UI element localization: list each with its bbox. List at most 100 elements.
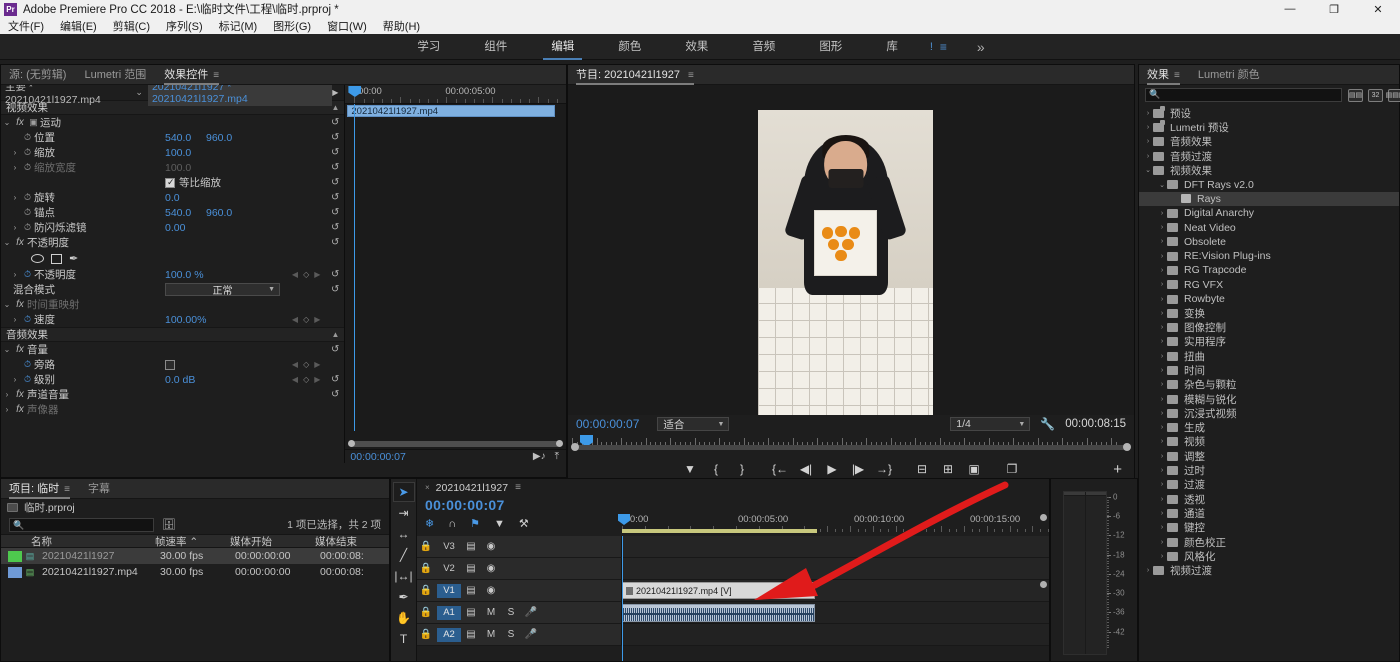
menu-item-2[interactable]: 剪辑(C) [105, 18, 158, 34]
next-keyframe-icon[interactable]: ▶ [314, 270, 320, 279]
twisty-icon[interactable]: › [1157, 410, 1167, 417]
workspace-burger-icon[interactable]: ≡ [940, 40, 947, 54]
prev-keyframe-icon[interactable]: ◀ [292, 270, 298, 279]
sync-lock-icon[interactable]: ▤ [461, 607, 481, 618]
collapse-caret-icon[interactable]: ▲ [331, 330, 339, 339]
timeline-scroll-handle-bottom[interactable] [1040, 581, 1047, 588]
add-marker-icon[interactable]: ▼ [494, 518, 505, 530]
scroll-handle-left[interactable] [348, 440, 356, 447]
rect-mask-icon[interactable] [51, 253, 62, 264]
effects-tree-item[interactable]: › 生成 [1139, 421, 1399, 435]
fx-param-row-1-4[interactable]: › fx 声像器 [1, 402, 344, 417]
burger-icon[interactable]: ≡ [1174, 70, 1180, 81]
tab-effects-1[interactable]: Lumetri 颜色 [1198, 65, 1260, 85]
burger-icon[interactable]: ≡ [213, 70, 219, 81]
twisty-icon[interactable]: › [1157, 496, 1167, 503]
next-keyframe-icon[interactable]: ▶ [314, 315, 320, 324]
col-name[interactable]: 名称 [1, 534, 151, 549]
stopwatch-icon[interactable]: ⏱ [21, 207, 34, 218]
snap-icon[interactable]: ∩ [448, 518, 456, 530]
twisty-icon[interactable]: › [1143, 153, 1153, 160]
workspace-tab-2[interactable]: 编辑 [529, 34, 596, 60]
zoom-level-select[interactable]: 适合 ▼ [657, 417, 730, 431]
lock-icon[interactable]: 🔒 [417, 607, 435, 618]
twisty-icon[interactable]: › [9, 315, 21, 324]
twisty-icon[interactable]: › [1157, 324, 1167, 331]
reset-icon[interactable]: ↺ [331, 192, 339, 203]
fx-timeline-ruler[interactable]: :00:00 00:00:05:00 [345, 85, 566, 104]
param-value-1[interactable]: 0.0 [165, 192, 180, 204]
timeline-settings-icon[interactable]: ⚒ [519, 517, 529, 530]
fx-param-row-0-13[interactable]: › ⏱ 速度 100.00% ◀ ◇ ▶ [1, 312, 344, 327]
workspace-tab-0[interactable]: 学习 [395, 34, 462, 60]
track-body-A1[interactable] [622, 602, 1049, 623]
effects-tree-item[interactable]: › 预设 [1139, 106, 1399, 120]
timeline-audio-clip[interactable] [622, 604, 815, 622]
lock-icon[interactable]: 🔒 [417, 563, 435, 574]
collapse-caret-icon[interactable]: ▲ [331, 103, 339, 112]
export-icon[interactable]: ⤒ [555, 451, 559, 462]
fx-param-row-0-12[interactable]: ⌄ fx 时间重映射 [1, 297, 344, 312]
twisty-icon[interactable]: ⌄ [1143, 166, 1153, 174]
effects-tree-item[interactable]: › 颜色校正 [1139, 535, 1399, 549]
param-value-2[interactable]: 960.0 [206, 132, 232, 144]
workspace-tab-5[interactable]: 音频 [730, 34, 797, 60]
menu-item-1[interactable]: 编辑(E) [52, 18, 105, 34]
effects-tree-item[interactable]: › 视频过渡 [1139, 564, 1399, 578]
param-value-1[interactable]: 0.00 [165, 222, 185, 234]
twisty-icon[interactable]: ⌄ [1157, 181, 1167, 189]
fx-param-row-1-1[interactable]: ⏱ 旁路 ◀ ◇ ▶ [1, 357, 344, 372]
track-body-A2[interactable] [622, 624, 1049, 645]
workspace-tab-1[interactable]: 组件 [462, 34, 529, 60]
mic-icon[interactable]: 🎤 [521, 629, 541, 640]
tab-effect-controls-1[interactable]: Lumetri 范围 [84, 65, 146, 85]
twisty-icon[interactable]: › [1157, 238, 1167, 245]
type-tool[interactable]: T [394, 630, 414, 648]
twisty-icon[interactable]: › [1157, 267, 1167, 274]
effects-tree-item[interactable]: › 模糊与锐化 [1139, 392, 1399, 406]
scroll-handle-right[interactable] [556, 440, 563, 447]
program-monitor-stage[interactable] [568, 85, 1134, 423]
fx-param-row-0-5[interactable]: › ⏱ 旋转 0.0 ↺ [1, 190, 344, 205]
sync-lock-icon[interactable]: ▤ [461, 629, 481, 640]
stopwatch-icon[interactable]: ⏱ [21, 162, 34, 173]
add-keyframe-icon[interactable]: ◇ [303, 375, 309, 384]
track-name-V1[interactable]: V1 [437, 583, 461, 598]
track-name-V2[interactable]: V2 [437, 562, 461, 576]
twisty-icon[interactable]: › [9, 163, 21, 172]
effects-tree-item[interactable]: Rays [1139, 191, 1399, 207]
sync-lock-icon[interactable]: ▤ [461, 541, 481, 552]
param-value-1[interactable]: 540.0 [165, 207, 191, 219]
stopwatch-icon[interactable]: ⏱ [21, 147, 34, 158]
reset-icon[interactable]: ↺ [331, 132, 339, 143]
twisty-icon[interactable]: › [1157, 553, 1167, 560]
tab-effect-controls-2[interactable]: 效果控件 ≡ [164, 65, 219, 85]
scroll-handle-left[interactable] [571, 443, 579, 451]
fx-timecode[interactable]: 00:00:00:07 [345, 451, 405, 463]
menu-item-7[interactable]: 帮助(H) [375, 18, 428, 34]
search-input[interactable]: 🔍 [9, 517, 154, 532]
reset-icon[interactable]: ↺ [331, 147, 339, 158]
twisty-icon[interactable]: › [1157, 396, 1167, 403]
track-name-A2[interactable]: A2 [437, 627, 461, 642]
eye-icon[interactable]: ◉ [481, 541, 501, 552]
blend-mode-select[interactable]: 正常 ▼ [165, 283, 280, 297]
twisty-icon[interactable]: › [1, 405, 13, 414]
timeline-track-V1[interactable]: 🔒 V1 ▤ ◉ 20210421l1927.mp4 [V] [417, 580, 1049, 602]
param-value-1[interactable]: 100.0 [165, 147, 191, 159]
program-scrollbar[interactable] [571, 443, 1131, 451]
close-button[interactable]: ✕ [1356, 0, 1400, 18]
reset-icon[interactable]: ↺ [331, 222, 339, 233]
fx-param-row-0-0[interactable]: ⌄ fx ▣ 运动 ↺ [1, 115, 344, 130]
menu-item-5[interactable]: 图形(G) [265, 18, 319, 34]
track-select-forward-tool[interactable]: ⇥ [394, 504, 414, 522]
twisty-icon[interactable]: › [9, 148, 21, 157]
effects-tree-item[interactable]: › 时间 [1139, 363, 1399, 377]
twisty-icon[interactable]: › [1157, 353, 1167, 360]
twisty-icon[interactable]: › [1157, 296, 1167, 303]
fx-param-row-0-2[interactable]: › ⏱ 缩放 100.0 ↺ [1, 145, 344, 160]
twisty-icon[interactable]: › [1157, 524, 1167, 531]
col-media-end[interactable]: 媒体结束 [311, 534, 386, 549]
eye-icon[interactable]: ◉ [481, 563, 501, 574]
program-monitor-ruler[interactable] [568, 433, 1134, 452]
